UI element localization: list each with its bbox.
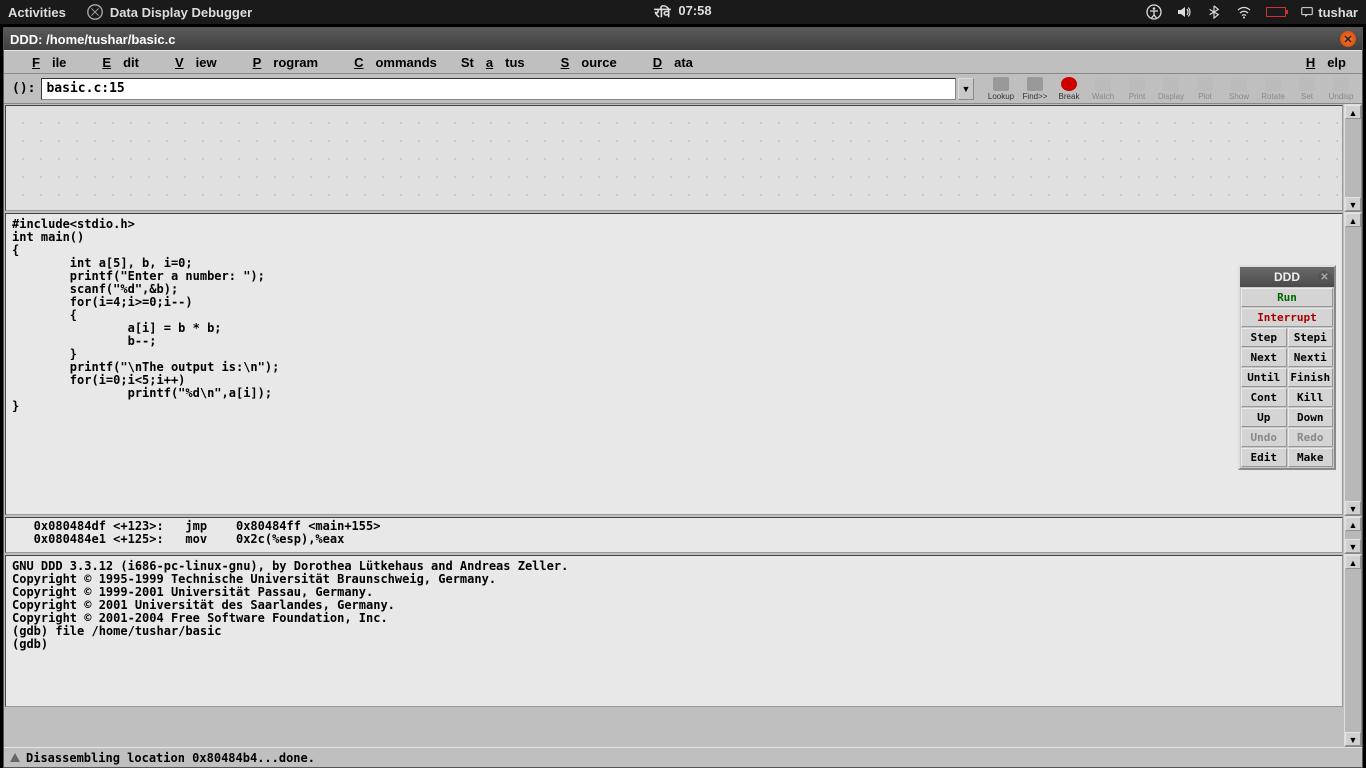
- toolbar-break-button[interactable]: Break: [1052, 75, 1086, 103]
- gnome-topbar: Activities Data Display Debugger रवि 07:…: [0, 0, 1366, 24]
- undisp-icon: [1333, 77, 1349, 91]
- arg-input[interactable]: [41, 78, 956, 100]
- cmd-interrupt-button[interactable]: Interrupt: [1241, 308, 1333, 327]
- toolbar-lookup-button[interactable]: Lookup: [984, 75, 1018, 103]
- cmd-up-button[interactable]: Up: [1241, 408, 1287, 427]
- status-text: Disassembling location 0x80484b4...done.: [26, 751, 315, 765]
- asm-scrollbar[interactable]: ▲▼: [1344, 516, 1362, 554]
- ddd-app-icon: [86, 3, 104, 21]
- arg-dropdown[interactable]: ▼: [958, 78, 974, 100]
- topbar-time[interactable]: 07:58: [678, 3, 711, 21]
- battery-icon[interactable]: [1266, 7, 1286, 17]
- source-scrollbar[interactable]: ▲▼: [1344, 212, 1362, 516]
- lookup-icon: [993, 77, 1009, 91]
- toolbar-set-button: Set: [1290, 75, 1324, 103]
- topbar-day[interactable]: रवि: [654, 3, 670, 21]
- menu-status[interactable]: Status: [449, 55, 537, 70]
- menu-commands[interactable]: Commands: [330, 55, 449, 70]
- arg-label: ():: [8, 81, 39, 96]
- user-menu[interactable]: tushar: [1300, 5, 1358, 20]
- command-panel-title[interactable]: DDD ✕: [1240, 267, 1334, 287]
- ddd-window: DDD: /home/tushar/basic.c ✕ File Edit Vi…: [3, 27, 1363, 768]
- cmd-redo-button: Redo: [1288, 428, 1334, 447]
- data-display-pane[interactable]: [5, 105, 1343, 211]
- console-scrollbar[interactable]: ▲▼: [1344, 554, 1362, 747]
- cmd-next-button[interactable]: Next: [1241, 348, 1287, 367]
- menu-view[interactable]: View: [151, 55, 229, 70]
- toolbar-show-button: Show: [1222, 75, 1256, 103]
- print-icon: [1129, 77, 1145, 91]
- toolbar-undisp-button: Undisp: [1324, 75, 1358, 103]
- cmd-down-button[interactable]: Down: [1288, 408, 1334, 427]
- find-icon: [1027, 77, 1043, 91]
- toolbar: (): ▼ LookupFind>>BreakWatchPrintDisplay…: [4, 74, 1362, 104]
- show-icon: [1231, 77, 1247, 91]
- cmd-run-button[interactable]: Run: [1241, 288, 1333, 307]
- chat-icon: [1300, 5, 1314, 19]
- cmd-edit-button[interactable]: Edit: [1241, 448, 1287, 467]
- menubar: File Edit View Program Commands Status S…: [4, 50, 1362, 74]
- cmd-step-button[interactable]: Step: [1241, 328, 1287, 347]
- close-icon[interactable]: ✕: [1340, 31, 1356, 47]
- app-name[interactable]: Data Display Debugger: [110, 5, 252, 20]
- window-titlebar[interactable]: DDD: /home/tushar/basic.c ✕: [4, 28, 1362, 50]
- status-indicator-icon: [10, 753, 20, 762]
- command-panel-close-icon[interactable]: ✕: [1318, 271, 1331, 284]
- toolbar-plot-button: Plot: [1188, 75, 1222, 103]
- cmd-until-button[interactable]: Until: [1241, 368, 1287, 387]
- set-icon: [1299, 77, 1315, 91]
- toolbar-rotate-button: Rotate: [1256, 75, 1290, 103]
- menu-file[interactable]: File: [8, 55, 78, 70]
- cmd-cont-button[interactable]: Cont: [1241, 388, 1287, 407]
- menu-program[interactable]: Program: [229, 55, 330, 70]
- source-pane[interactable]: #include<stdio.h> int main() { int a[5],…: [5, 213, 1343, 515]
- data-scrollbar[interactable]: ▲▼: [1344, 104, 1362, 212]
- cmd-finish-button[interactable]: Finish: [1288, 368, 1334, 387]
- bluetooth-icon[interactable]: [1206, 4, 1222, 20]
- accessibility-icon[interactable]: [1146, 4, 1162, 20]
- cmd-stepi-button[interactable]: Stepi: [1288, 328, 1334, 347]
- statusbar: Disassembling location 0x80484b4...done.: [4, 747, 1362, 767]
- menu-edit[interactable]: Edit: [78, 55, 151, 70]
- menu-help[interactable]: Help: [1282, 55, 1358, 70]
- toolbar-display-button: Display: [1154, 75, 1188, 103]
- cmd-make-button[interactable]: Make: [1288, 448, 1334, 467]
- plot-icon: [1197, 77, 1213, 91]
- command-tool-panel[interactable]: DDD ✕ RunInterruptStepStepiNextNextiUnti…: [1238, 265, 1336, 470]
- cmd-kill-button[interactable]: Kill: [1288, 388, 1334, 407]
- cmd-undo-button: Undo: [1241, 428, 1287, 447]
- toolbar-print-button: Print: [1120, 75, 1154, 103]
- toolbar-watch-button: Watch: [1086, 75, 1120, 103]
- cmd-nexti-button[interactable]: Nexti: [1288, 348, 1334, 367]
- activities-button[interactable]: Activities: [8, 5, 66, 20]
- menu-data[interactable]: Data: [629, 55, 705, 70]
- volume-icon[interactable]: [1176, 4, 1192, 20]
- wifi-icon[interactable]: [1236, 4, 1252, 20]
- watch-icon: [1095, 77, 1111, 91]
- gdb-console-pane[interactable]: GNU DDD 3.3.12 (i686-pc-linux-gnu), by D…: [5, 555, 1343, 707]
- toolbar-find-button[interactable]: Find>>: [1018, 75, 1052, 103]
- window-title: DDD: /home/tushar/basic.c: [10, 32, 175, 47]
- rotate-icon: [1265, 77, 1281, 91]
- menu-source[interactable]: Source: [537, 55, 629, 70]
- display-icon: [1163, 77, 1179, 91]
- disassembly-pane[interactable]: 0x080484df <+123>: jmp 0x80484ff <main+1…: [5, 517, 1343, 553]
- break-icon: [1061, 77, 1077, 91]
